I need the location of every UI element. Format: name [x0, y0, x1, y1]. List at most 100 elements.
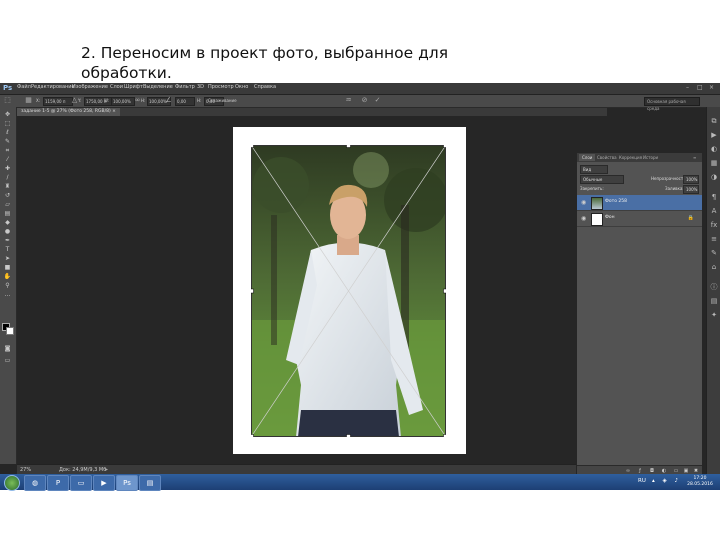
- menu-image[interactable]: Изображение: [72, 84, 108, 90]
- y-field[interactable]: 1750,00 п: [84, 97, 114, 106]
- minimize-icon[interactable]: –: [686, 84, 689, 91]
- tray-icons[interactable]: ▴ ◈ ♪: [652, 478, 681, 484]
- panel-menu-icon[interactable]: ≡: [693, 154, 696, 161]
- brush-icon[interactable]: ∕: [3, 174, 12, 181]
- layer-name[interactable]: Фото 258: [605, 199, 627, 204]
- photoshop-logo: Ps: [3, 84, 13, 92]
- h-label: H:: [141, 98, 146, 103]
- windows-taskbar: ◍ P ▭ ▶ Ps ▤ RU ▴ ◈ ♪ 17:20 28.05.2016: [0, 474, 720, 491]
- menu-view[interactable]: Просмотр: [208, 84, 234, 90]
- width-field[interactable]: 100,00%: [111, 97, 135, 106]
- menu-help[interactable]: Справка: [254, 84, 276, 90]
- character-panel-icon[interactable]: A: [710, 207, 718, 215]
- folder-icon[interactable]: ▭: [70, 475, 92, 491]
- input-language[interactable]: RU: [638, 478, 646, 484]
- actions-panel-icon[interactable]: ▶: [710, 131, 718, 139]
- eyedropper-icon[interactable]: ⁄: [3, 156, 12, 163]
- paragraph-panel-icon[interactable]: ¶: [710, 193, 718, 201]
- commit-transform-icon[interactable]: ✓: [374, 97, 381, 104]
- screen-mode-icon[interactable]: ▭: [3, 357, 12, 364]
- crop-icon[interactable]: ⌗: [3, 147, 12, 154]
- status-arrow-icon[interactable]: ▸: [103, 466, 110, 473]
- menu-filter[interactable]: Фильтр: [175, 84, 195, 90]
- link-icon[interactable]: ∞: [134, 97, 141, 104]
- menu-type[interactable]: Шрифт: [124, 84, 143, 90]
- menu-layers[interactable]: Слои: [110, 84, 123, 90]
- info-panel-icon[interactable]: ⓘ: [710, 283, 718, 291]
- brush-panel-icon[interactable]: ✎: [710, 249, 718, 257]
- menu-select[interactable]: Выделение: [143, 84, 173, 90]
- explorer-icon[interactable]: ▤: [139, 475, 161, 491]
- tab-adjustments[interactable]: Коррекция: [619, 154, 642, 161]
- channels-panel-icon[interactable]: ▤: [710, 297, 718, 305]
- color-panel-icon[interactable]: ◐: [710, 145, 718, 153]
- cancel-transform-icon[interactable]: ⊘: [361, 97, 368, 104]
- history-brush-icon[interactable]: ↺: [3, 192, 12, 199]
- visibility-eye-icon[interactable]: ◉: [581, 199, 586, 206]
- tab-properties[interactable]: Свойства: [597, 154, 617, 161]
- layer-row-background[interactable]: ◉ Фон 🔒: [577, 211, 702, 227]
- layer-kind-filter[interactable]: Вид: [580, 165, 608, 174]
- photoshop-icon[interactable]: Ps: [116, 475, 138, 491]
- stamp-icon[interactable]: ♜: [3, 183, 12, 190]
- move-icon[interactable]: ✥: [3, 111, 12, 118]
- media-icon[interactable]: ▶: [93, 475, 115, 491]
- layer-row-photo[interactable]: ◉ Фото 258: [577, 195, 702, 211]
- gradient-icon[interactable]: ▤: [3, 210, 12, 217]
- zoom-icon[interactable]: ⚲: [3, 282, 12, 289]
- menu-3d[interactable]: 3D: [197, 84, 204, 90]
- healing-icon[interactable]: ✚: [3, 165, 12, 172]
- workspace-selector[interactable]: Основная рабочая среда: [644, 97, 700, 111]
- layer-name[interactable]: Фон: [605, 215, 615, 220]
- edit-toolbar-icon[interactable]: …: [3, 291, 12, 298]
- styles-panel-icon[interactable]: fx: [710, 221, 718, 229]
- adjustments-panel-icon[interactable]: ◑: [710, 173, 718, 181]
- chrome-icon[interactable]: ◍: [24, 475, 46, 491]
- tab-history[interactable]: Истори: [643, 154, 658, 161]
- start-button[interactable]: [4, 475, 20, 491]
- blur-icon[interactable]: ◆: [3, 219, 12, 226]
- lasso-icon[interactable]: ℓ: [3, 129, 12, 136]
- transform-tool-icon[interactable]: ⬚: [4, 97, 11, 104]
- dodge-icon[interactable]: ●: [3, 228, 12, 235]
- clone-source-icon[interactable]: ⌂: [710, 263, 718, 271]
- shape-icon[interactable]: ■: [3, 264, 12, 271]
- system-clock[interactable]: 17:20 28.05.2016: [684, 476, 716, 488]
- opacity-field[interactable]: 100%: [683, 175, 699, 184]
- angle-field[interactable]: 0,00: [175, 97, 195, 106]
- document-info[interactable]: Док: 24,9M/9,3 Мб: [59, 467, 106, 473]
- tab-layers[interactable]: Слои: [579, 154, 596, 161]
- antialias-label[interactable]: Сглаживание: [208, 98, 237, 103]
- maximize-icon[interactable]: □: [697, 84, 703, 91]
- fill-field[interactable]: 100%: [683, 185, 699, 194]
- path-select-icon[interactable]: ➤: [3, 255, 12, 262]
- type-icon[interactable]: T: [3, 246, 12, 253]
- layer-comps-icon[interactable]: ≡: [710, 235, 718, 243]
- close-icon[interactable]: ×: [709, 84, 714, 91]
- hand-icon[interactable]: ✋: [3, 273, 12, 280]
- reference-point-icon[interactable]: ▦: [25, 97, 32, 104]
- menu-edit[interactable]: Редактирование: [31, 84, 75, 90]
- panel-dock-strip: ⧉ ▶ ◐ ▦ ◑ ¶ A fx ≡ ✎ ⌂ ⓘ ▤ ✦: [706, 107, 720, 474]
- eraser-icon[interactable]: ▱: [3, 201, 12, 208]
- marquee-icon[interactable]: ⬚: [3, 120, 12, 127]
- relative-position-icon[interactable]: △: [71, 97, 78, 104]
- quick-mask-icon[interactable]: ◙: [3, 345, 12, 352]
- x-field[interactable]: 1159,00 п: [43, 97, 73, 106]
- swatches-panel-icon[interactable]: ▦: [710, 159, 718, 167]
- powerpoint-icon[interactable]: P: [47, 475, 69, 491]
- history-panel-icon[interactable]: ⧉: [710, 117, 718, 125]
- menu-file[interactable]: Файл: [17, 84, 31, 90]
- pen-icon[interactable]: ✒: [3, 237, 12, 244]
- zoom-level[interactable]: 27%: [20, 467, 31, 473]
- document-tab[interactable]: задание 1-5 @ 27% (Фото 258, RGB/8) ×: [17, 108, 120, 116]
- menu-window[interactable]: Окно: [235, 84, 248, 90]
- placed-photo[interactable]: [251, 145, 446, 437]
- paths-panel-icon[interactable]: ✦: [710, 311, 718, 319]
- quick-select-icon[interactable]: ✎: [3, 138, 12, 145]
- blend-mode-select[interactable]: Обычные: [580, 175, 624, 184]
- background-color-swatch[interactable]: [6, 327, 14, 335]
- warp-icon[interactable]: ♒: [345, 97, 352, 104]
- visibility-eye-icon[interactable]: ◉: [581, 215, 586, 222]
- menu-bar: Ps Файл Редактирование Изображение Слои …: [0, 83, 720, 95]
